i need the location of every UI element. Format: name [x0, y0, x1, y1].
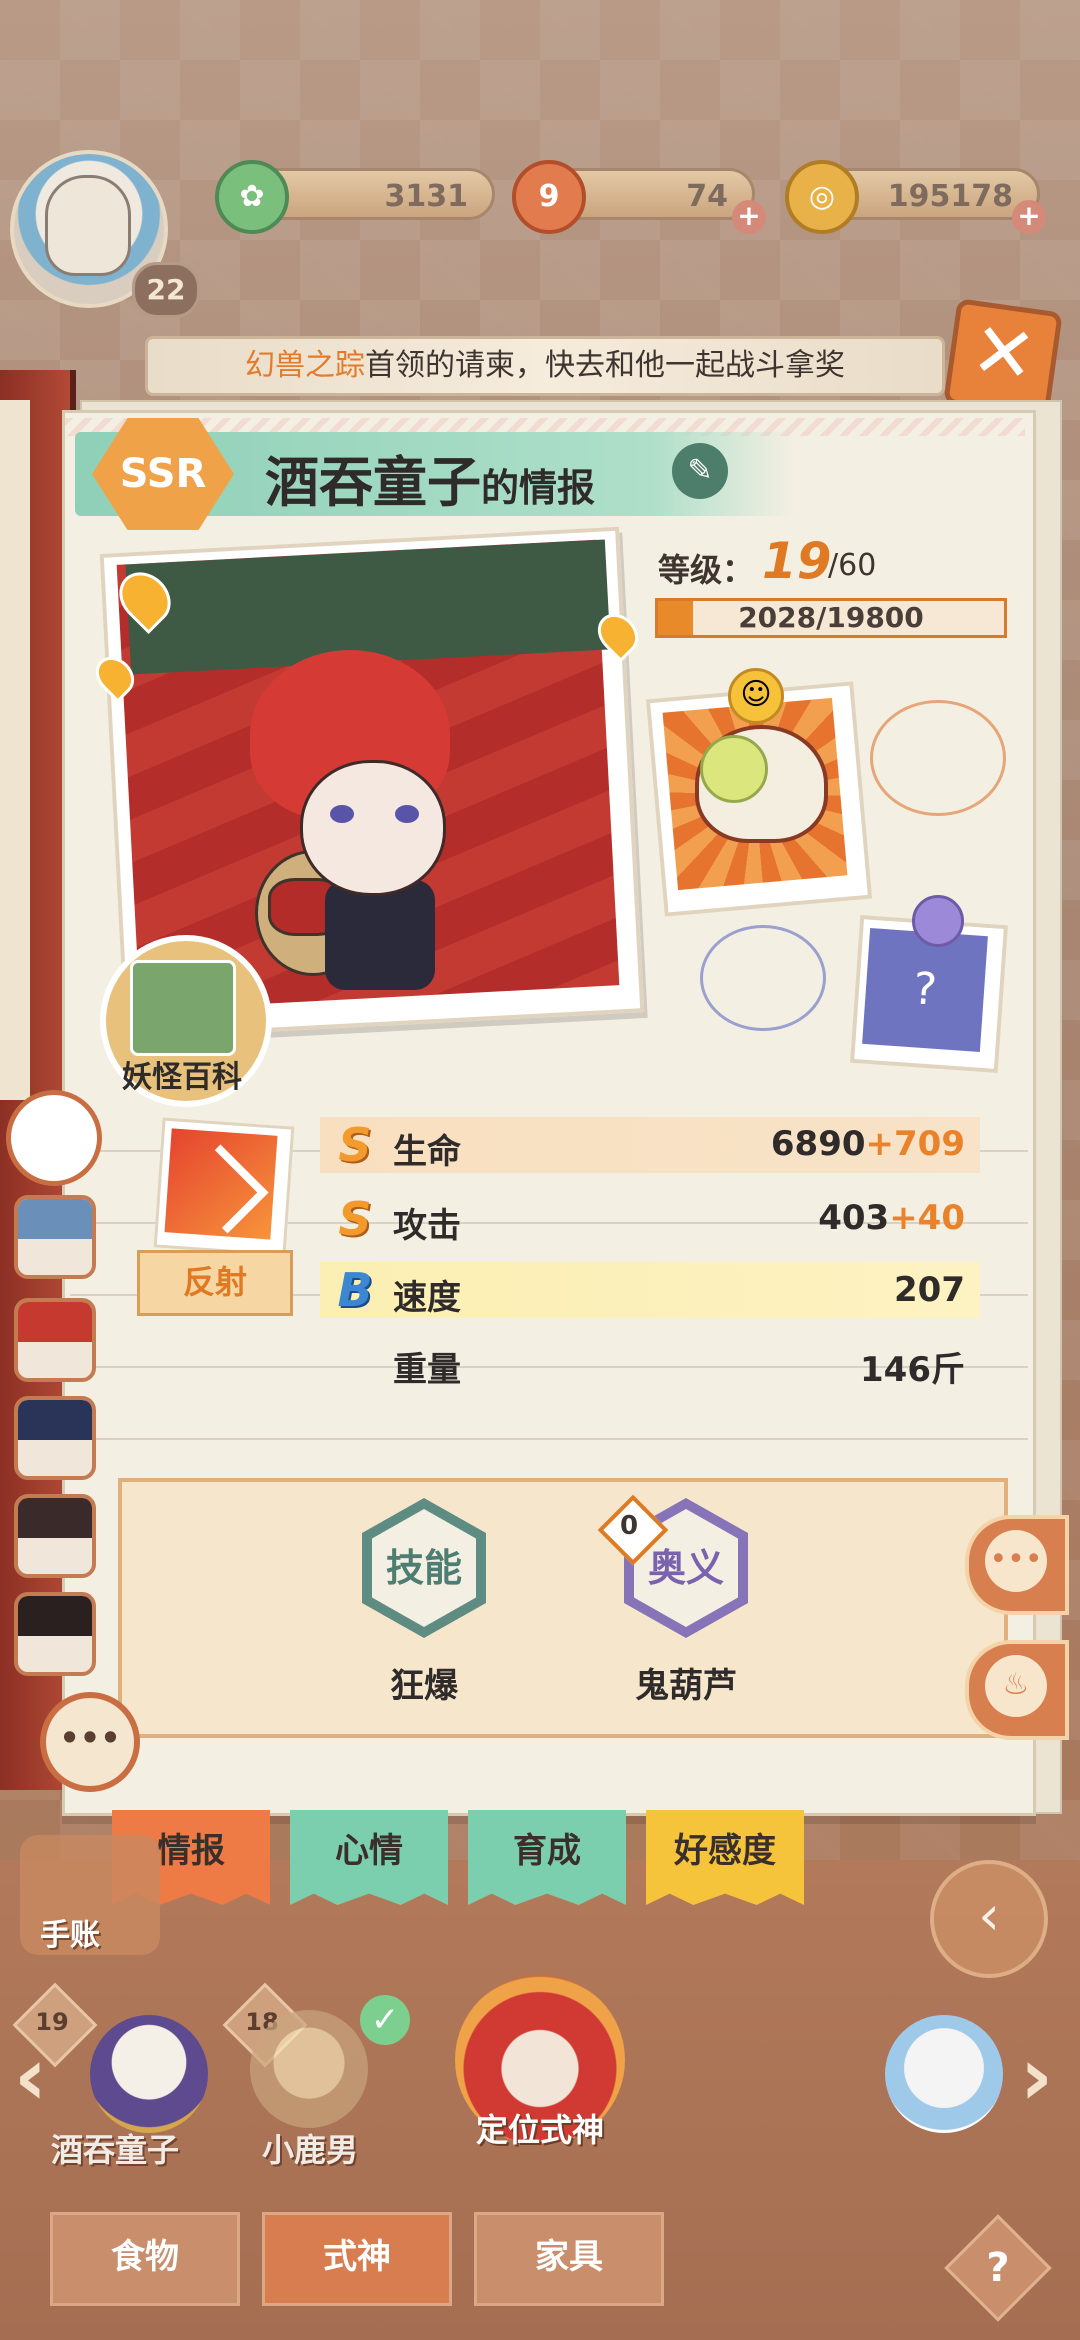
avatar: [18, 1498, 92, 1538]
add-stamina-button[interactable]: +: [732, 200, 766, 234]
avatar: [18, 1400, 92, 1440]
roster-avatar-2[interactable]: [250, 2010, 368, 2128]
skill-name: 狂爆: [390, 1666, 458, 1706]
tab-training[interactable]: 育成: [468, 1810, 626, 1905]
category-shikigami[interactable]: 式神: [262, 2212, 452, 2306]
player-avatar-face: [45, 175, 131, 276]
roster-name-1: 酒吞童子: [50, 2131, 179, 2169]
book-page-edge: [0, 400, 30, 1100]
event-notice[interactable]: 幻兽之踪首领的请柬，快去和他一起战斗拿奖: [145, 336, 945, 396]
category-furniture[interactable]: 家具: [474, 2212, 664, 2306]
category-food[interactable]: 食物: [50, 2212, 240, 2306]
bestiary-label: 妖怪百科: [122, 1060, 242, 1095]
shikigami-tab-5[interactable]: [14, 1592, 96, 1676]
ultimate-name: 鬼葫芦: [635, 1666, 737, 1706]
shikigami-tab-3[interactable]: [14, 1396, 96, 1480]
chat-icon: •••: [985, 1530, 1047, 1592]
shikigami-tab-1[interactable]: [14, 1195, 96, 1279]
stat-grade-attack: S: [338, 1192, 372, 1246]
help-icon: ?: [986, 2245, 1010, 2291]
tab-mood[interactable]: 心情: [290, 1810, 448, 1905]
stamina-icon: 9: [512, 160, 586, 234]
stat-value-speed: 207: [894, 1270, 965, 1310]
unknown-food-icon: ?: [862, 928, 988, 1052]
roster-next-arrow[interactable]: ›: [1020, 2030, 1053, 2123]
roster-name-current: 定位式神: [475, 2111, 604, 2149]
bestiary-book-icon: [130, 960, 236, 1056]
tab-affinity[interactable]: 好感度: [646, 1810, 804, 1905]
roster-avatar-1[interactable]: [90, 2015, 208, 2133]
notebook-label: 手账: [40, 1918, 100, 1953]
selected-shikigami-marker[interactable]: [6, 1090, 102, 1186]
roster-name-2: 小鹿男: [261, 2131, 358, 2169]
notice-highlight: 幻兽之踪: [245, 348, 365, 383]
coin-icon: ◎: [785, 160, 859, 234]
add-coins-button[interactable]: +: [1012, 200, 1046, 234]
character-face: [300, 760, 446, 896]
stat-name-weight: 重量: [393, 1350, 461, 1390]
back-icon[interactable]: ‹: [930, 1860, 1048, 1978]
edit-icon[interactable]: ✎: [672, 443, 728, 499]
stat-value-weight: 146斤: [860, 1350, 965, 1390]
stat-base-hp: 6890: [770, 1124, 866, 1164]
angry-doodle-icon: [700, 925, 826, 1031]
stat-value-hp: 6890+709: [665, 1124, 965, 1164]
character-eye-right: [395, 805, 419, 823]
stat-bonus-attack: +40: [889, 1198, 965, 1238]
avatar: [18, 1596, 92, 1636]
stat-name-speed: 速度: [393, 1278, 461, 1318]
passive-skill-label: 反射: [137, 1250, 293, 1316]
avatar: [18, 1302, 92, 1342]
level-label: 等级：: [658, 551, 755, 589]
stat-name-hp: 生命: [393, 1132, 461, 1172]
shikigami-name: 酒吞童子: [265, 451, 481, 514]
shikigami-tab-2[interactable]: [14, 1298, 96, 1382]
exp-text: 2028/19800: [738, 601, 924, 634]
ultimate-count: 0: [619, 1511, 639, 1541]
character-eye-left: [330, 805, 354, 823]
stat-value-attack: 403+40: [665, 1198, 965, 1238]
lemon-slice-icon: [700, 735, 768, 803]
notice-text: 首领的请柬，快去和他一起战斗拿奖: [365, 348, 845, 383]
stat-bonus-hp: +709: [865, 1124, 965, 1164]
stat-grade-hp: S: [338, 1118, 372, 1172]
skills-panel: [118, 1478, 1008, 1738]
gift-icon: ♨: [985, 1655, 1047, 1717]
avatar: [18, 1199, 92, 1239]
stat-grade-speed: B: [337, 1263, 373, 1317]
shikigami-name-title: 酒吞童子的情报: [265, 438, 595, 517]
character-body: [325, 880, 435, 990]
roster-avatar-next[interactable]: [885, 2015, 1003, 2133]
stat-base-attack: 403: [818, 1198, 890, 1238]
roster-level: 19: [35, 2008, 69, 2036]
sad-face-icon: [912, 895, 964, 947]
name-suffix: 的情报: [481, 466, 596, 510]
stat-name-attack: 攻击: [393, 1206, 461, 1246]
happy-doodle-icon: [870, 700, 1006, 816]
more-button[interactable]: •••: [40, 1692, 140, 1792]
jade-icon: ✿: [215, 160, 289, 234]
happy-face-icon: ☺: [728, 668, 784, 724]
level-max: /60: [828, 548, 877, 583]
level-value: 19: [762, 532, 832, 590]
checkmark-icon: ✓: [360, 1995, 410, 2045]
shikigami-tab-4[interactable]: [14, 1494, 96, 1578]
player-level-badge: 22: [132, 262, 200, 318]
